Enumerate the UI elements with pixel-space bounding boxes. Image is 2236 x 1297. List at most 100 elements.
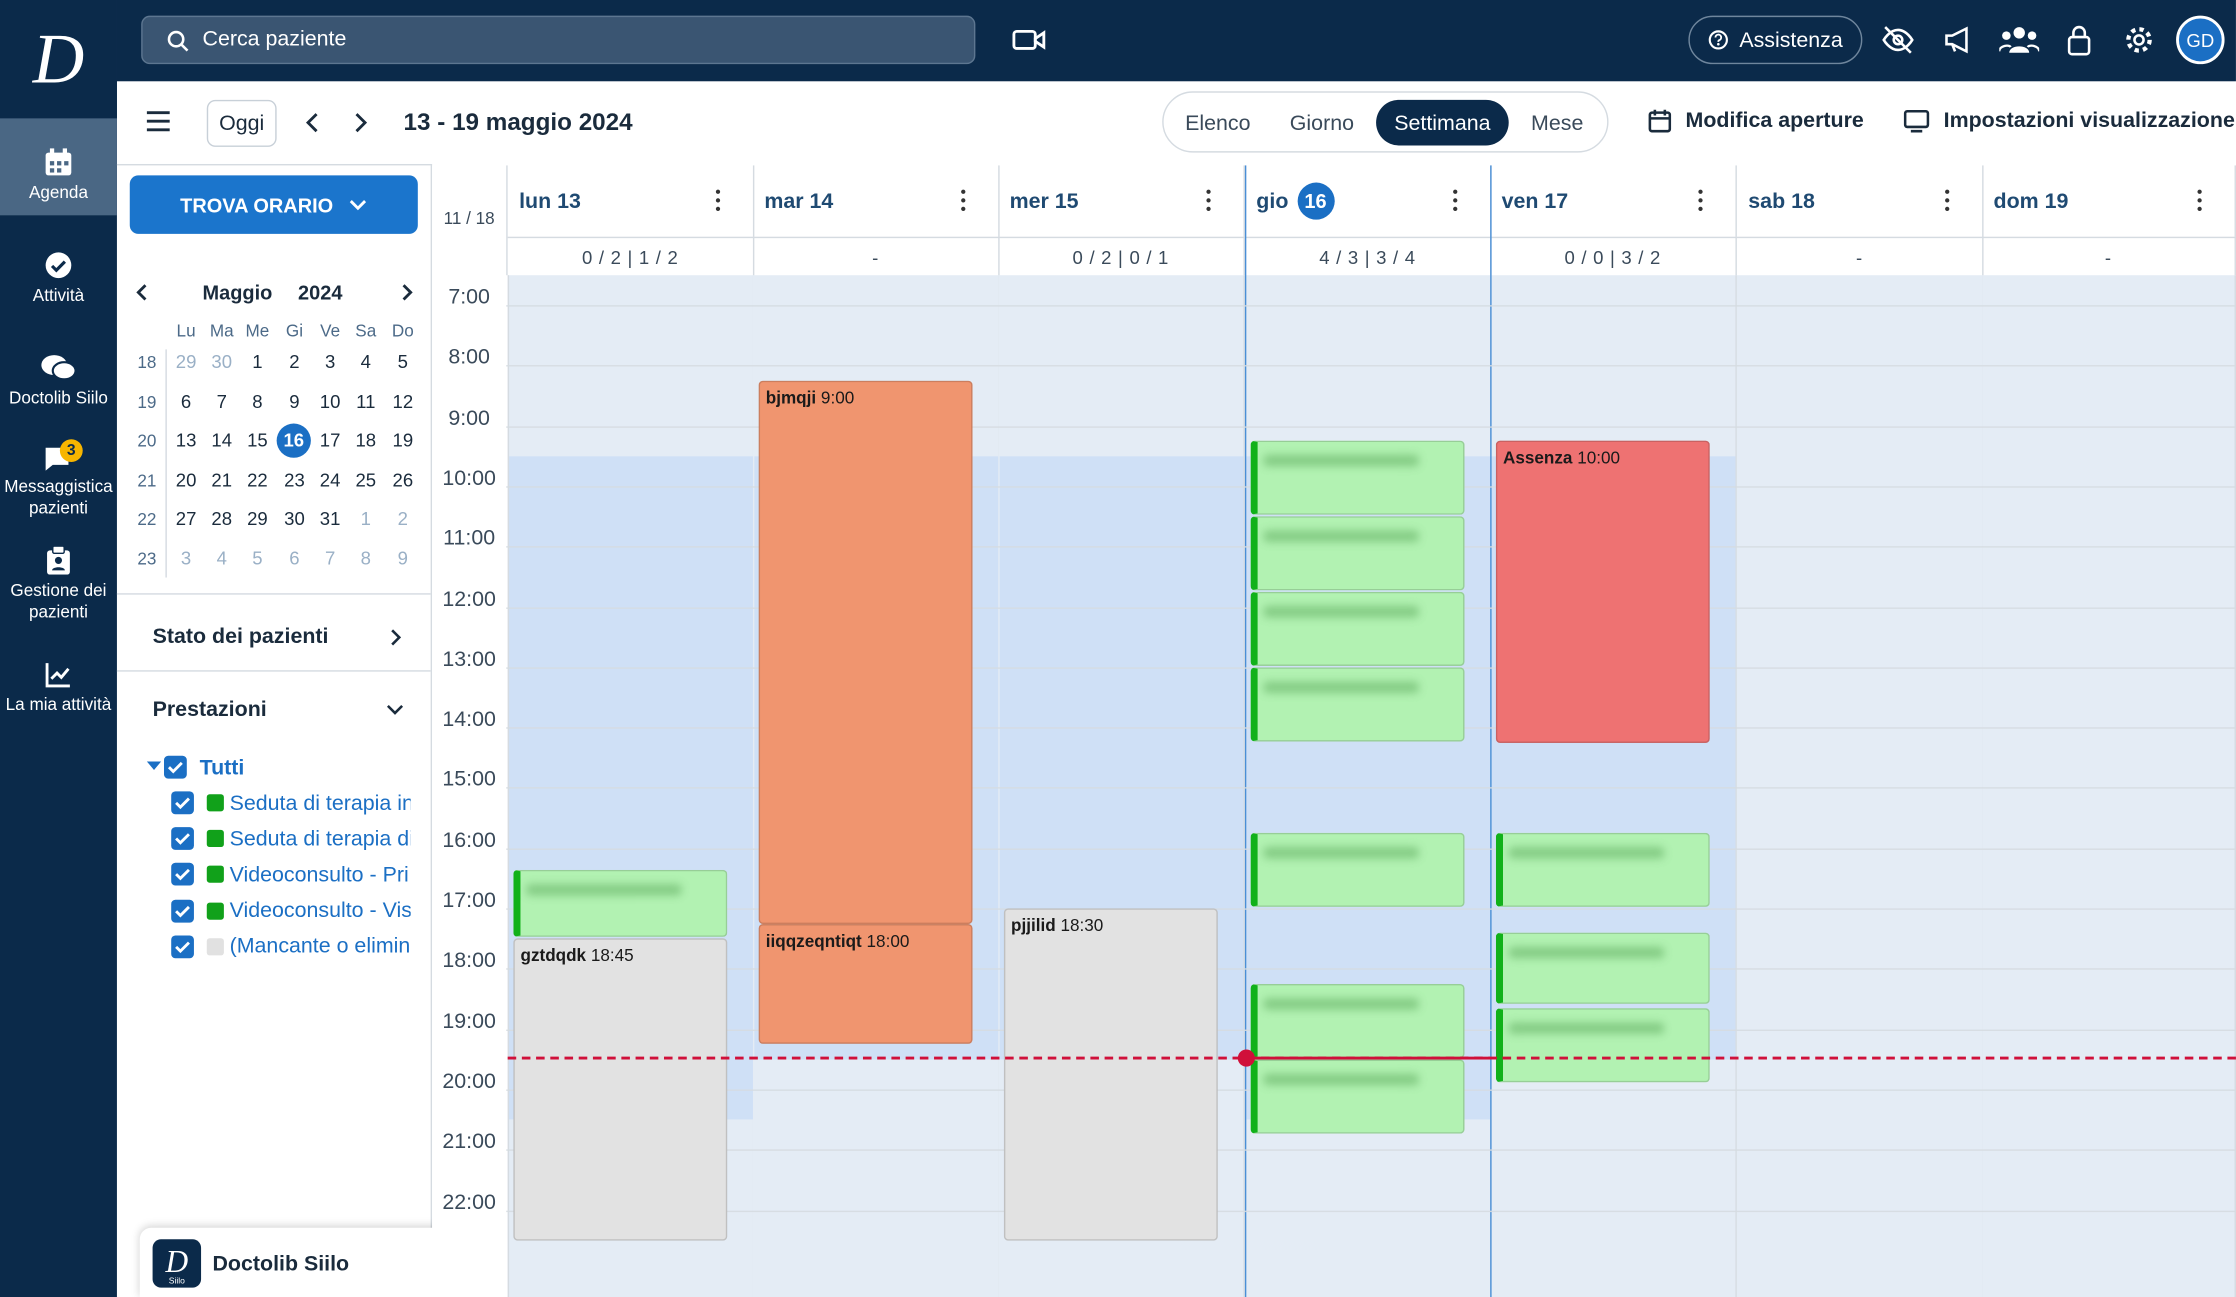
day-header[interactable]: lun 13	[508, 165, 755, 237]
assistenza-button[interactable]: Assistenza	[1688, 15, 1863, 65]
oggi-button[interactable]: Oggi	[206, 99, 277, 147]
minical-day[interactable]: 20	[168, 465, 204, 496]
day-header[interactable]: mer 15	[998, 165, 1245, 237]
video-camera-icon[interactable]	[1010, 23, 1050, 57]
minical-day[interactable]: 1	[240, 347, 276, 378]
checkbox-service[interactable]: (Mancante o elimin	[171, 931, 411, 962]
doctolib-logo[interactable]: D	[0, 0, 117, 119]
minical-day[interactable]: 6	[168, 386, 204, 417]
minical-month[interactable]: Maggio	[202, 281, 272, 304]
team-icon[interactable]	[1998, 21, 2041, 58]
tab-settimana[interactable]: Settimana	[1376, 99, 1509, 146]
kebab-menu-icon[interactable]	[1206, 189, 1212, 216]
kebab-menu-icon[interactable]	[1453, 189, 1459, 216]
minical-day[interactable]: 2	[385, 504, 421, 535]
day-header[interactable]: dom 19	[1982, 165, 2236, 237]
chevron-right-icon[interactable]	[388, 626, 402, 656]
checkbox-service[interactable]: Seduta di terapia di	[171, 823, 411, 854]
minical-day[interactable]: 5	[240, 543, 276, 574]
eye-off-icon[interactable]	[1879, 21, 1916, 58]
minical-day[interactable]: 4	[348, 347, 384, 378]
checkbox-tutti[interactable]: Tutti	[163, 752, 404, 783]
minical-day[interactable]: 15	[240, 425, 276, 456]
lock-icon[interactable]	[2062, 20, 2096, 60]
menu-icon[interactable]	[144, 108, 173, 141]
minical-day[interactable]: 27	[168, 504, 204, 535]
minical-day[interactable]: 9	[385, 543, 421, 574]
kebab-menu-icon[interactable]	[715, 189, 722, 216]
nav-doctolib-siilo[interactable]: Doctolib Siilo	[0, 354, 117, 410]
minical-day[interactable]: 29	[240, 504, 276, 535]
day-header[interactable]: mar 14	[753, 165, 1000, 237]
appointment-bjmqji[interactable]: bjmqji 9:00	[758, 380, 973, 924]
minical-day[interactable]: 24	[312, 465, 348, 496]
minical-day[interactable]: 16	[276, 423, 311, 459]
minical-day[interactable]: 31	[312, 504, 348, 535]
appointment-blurred[interactable]	[1250, 667, 1465, 742]
checkbox-service[interactable]: Seduta di terapia in	[171, 787, 411, 818]
minical-day[interactable]: 7	[312, 543, 348, 574]
day-column[interactable]	[1982, 275, 2236, 1297]
appointment-gztdqdk[interactable]: gztdqdk 18:45	[513, 938, 728, 1241]
appointment-blurred[interactable]	[1250, 591, 1465, 666]
minical-day[interactable]: 22	[240, 465, 276, 496]
minical-day[interactable]: 28	[204, 504, 240, 535]
minical-day[interactable]: 23	[277, 465, 313, 496]
checkbox-service[interactable]: Videoconsulto - Vis	[171, 895, 411, 926]
chevron-left-icon[interactable]	[302, 110, 322, 143]
gear-icon[interactable]	[2120, 21, 2157, 58]
avatar[interactable]: GD	[2176, 15, 2225, 65]
checkbox-service[interactable]: Videoconsulto - Pri	[171, 859, 411, 890]
minical-day[interactable]: 13	[168, 425, 204, 456]
caret-down-icon[interactable]	[146, 761, 162, 771]
minical-day[interactable]: 25	[348, 465, 384, 496]
minical-day[interactable]: 26	[385, 465, 421, 496]
appointment-blurred[interactable]	[1250, 983, 1465, 1058]
trova-orario-button[interactable]: TROVA ORARIO	[129, 175, 418, 234]
minical-day[interactable]: 30	[204, 347, 240, 378]
modifica-aperture-button[interactable]: Modifica aperture	[1648, 108, 1864, 133]
tab-elenco[interactable]: Elenco	[1174, 100, 1262, 146]
kebab-menu-icon[interactable]	[2197, 189, 2203, 216]
kebab-menu-icon[interactable]	[961, 189, 967, 216]
nav-agenda[interactable]: Agenda	[0, 118, 117, 216]
minical-day[interactable]: 7	[204, 386, 240, 417]
minical-day[interactable]: 8	[348, 543, 384, 574]
search-input[interactable]: Cerca paziente	[141, 15, 976, 65]
appointment-assenza[interactable]: Assenza 10:00	[1495, 441, 1710, 743]
day-header[interactable]: sab 18	[1737, 165, 1984, 237]
appointment-pjjilid[interactable]: pjjilid 18:30	[1003, 908, 1218, 1241]
nav-attivita[interactable]: Attività	[0, 251, 117, 307]
appointment-blurred[interactable]	[1250, 441, 1465, 516]
minical-day[interactable]: 9	[277, 386, 313, 417]
kebab-menu-icon[interactable]	[1945, 189, 1951, 216]
appointment-blurred[interactable]	[1495, 1008, 1710, 1083]
minical-day[interactable]: 30	[277, 504, 313, 535]
appointment-blurred[interactable]	[1495, 932, 1710, 1004]
nav-gestione-pazienti[interactable]: Gestione dei pazienti	[0, 546, 117, 623]
prestazioni-heading[interactable]: Prestazioni	[153, 697, 267, 721]
stato-pazienti-heading[interactable]: Stato dei pazienti	[153, 625, 329, 649]
day-column[interactable]	[1736, 275, 1984, 1297]
minical-prev-icon[interactable]	[134, 281, 151, 311]
appointment-blurred[interactable]	[1495, 833, 1710, 908]
minical-day[interactable]: 18	[348, 425, 384, 456]
minical-day[interactable]: 29	[168, 347, 204, 378]
minical-day[interactable]: 8	[240, 386, 276, 417]
minical-day[interactable]: 14	[204, 425, 240, 456]
impostazioni-visualizzazione-button[interactable]: Impostazioni visualizzazione	[1903, 108, 2235, 133]
minical-day[interactable]: 6	[277, 543, 313, 574]
appointment-blurred[interactable]	[513, 869, 728, 938]
megaphone-icon[interactable]	[1941, 21, 1978, 58]
minical-day[interactable]: 2	[277, 347, 313, 378]
minical-day[interactable]: 19	[385, 425, 421, 456]
nav-messaggistica[interactable]: 3 Messaggistica pazienti	[0, 439, 117, 519]
minical-day[interactable]: 12	[385, 386, 421, 417]
minical-year[interactable]: 2024	[298, 281, 342, 304]
chevron-right-icon[interactable]	[351, 110, 371, 143]
minical-day[interactable]: 17	[312, 425, 348, 456]
minical-day[interactable]: 5	[385, 347, 421, 378]
nav-mia-attivita[interactable]: La mia attività	[0, 660, 117, 716]
chevron-down-icon[interactable]	[385, 700, 405, 726]
minical-day[interactable]: 4	[204, 543, 240, 574]
